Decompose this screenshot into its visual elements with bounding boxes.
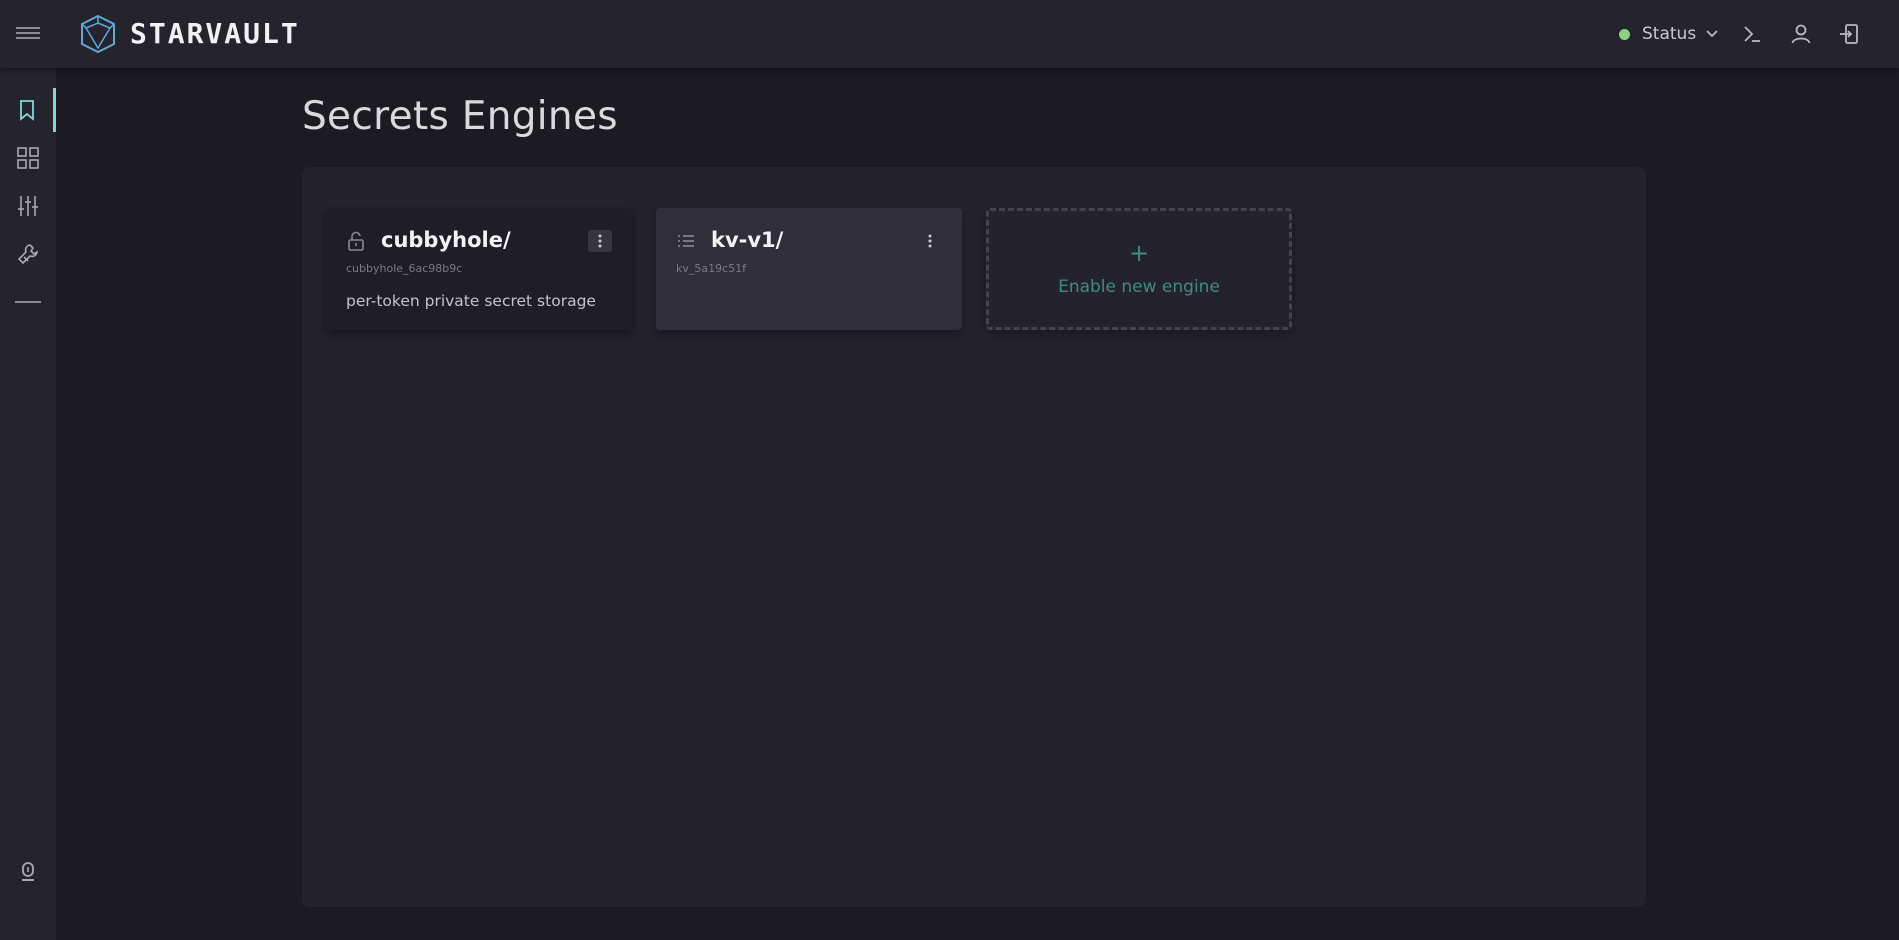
engine-card-kv-v1[interactable]: kv-v1/ kv_5a19c51f (656, 208, 962, 330)
tools-icon (17, 244, 38, 265)
sidebar-item-settings[interactable] (0, 184, 56, 228)
page-title: Secrets Engines (302, 94, 618, 139)
engine-menu-button[interactable] (918, 230, 942, 252)
grid-icon (17, 147, 39, 169)
plus-icon: + (1128, 239, 1150, 267)
user-icon[interactable] (1789, 22, 1813, 46)
sliders-icon (18, 196, 38, 216)
engine-card-cubbyhole[interactable]: cubbyhole/ cubbyhole_6ac98b9c per-token … (326, 208, 632, 330)
more-vertical-icon (928, 234, 932, 248)
bookmark-icon (19, 100, 34, 121)
unlock-icon (348, 231, 364, 251)
engine-id: cubbyhole_6ac98b9c (346, 262, 463, 275)
top-bar: STARVAULT Status (0, 0, 1899, 68)
keyhole-icon (22, 862, 34, 881)
status-dropdown[interactable]: Status (1619, 22, 1718, 46)
more-vertical-icon (598, 234, 602, 248)
sidebar-item-secrets[interactable] (0, 88, 56, 132)
status-indicator (1619, 28, 1630, 40)
engine-name: cubbyhole/ (381, 228, 511, 252)
enable-new-engine-label: Enable new engine (1058, 277, 1220, 297)
sidebar-item-tools[interactable] (0, 232, 56, 276)
sign-out-icon[interactable] (1837, 22, 1861, 46)
engine-id: kv_5a19c51f (676, 262, 747, 275)
sidebar-item-dashboard[interactable] (0, 136, 56, 180)
sidebar-item-collapse[interactable] (0, 280, 56, 324)
engine-description: per-token private secret storage (346, 292, 596, 310)
engine-menu-button[interactable] (588, 230, 612, 252)
engine-name: kv-v1/ (711, 228, 784, 252)
sidebar (0, 68, 56, 940)
sidebar-item-seal[interactable] (0, 850, 56, 894)
chevron-down-icon (1706, 30, 1718, 38)
brand-name: STARVAULT (130, 17, 300, 50)
minus-icon (15, 301, 41, 303)
terminal-icon[interactable] (1740, 22, 1764, 46)
starvault-logo[interactable] (78, 14, 118, 54)
hamburger-menu-icon[interactable] (16, 24, 40, 44)
list-icon (678, 235, 694, 247)
enable-new-engine-button[interactable]: + Enable new engine (986, 208, 1292, 330)
status-label: Status (1642, 24, 1697, 44)
engines-panel: cubbyhole/ cubbyhole_6ac98b9c per-token … (302, 167, 1646, 907)
